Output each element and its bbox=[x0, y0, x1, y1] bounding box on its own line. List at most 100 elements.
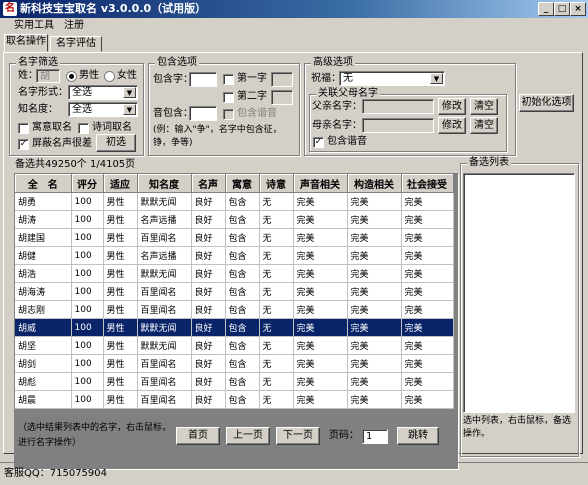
poem-checkbox[interactable] bbox=[78, 123, 89, 134]
table-row[interactable]: 胡涛 100 男性 名声远播 良好 包含无完美 完美 完美 bbox=[15, 210, 454, 229]
chevron-down-icon: ▼ bbox=[430, 73, 443, 84]
female-radio[interactable] bbox=[104, 71, 115, 82]
parents-group: 关联父母名字 父亲名字： 修改 清空 母亲名字： 修改 清空 ✓ 包含谐音 bbox=[309, 88, 507, 152]
cell-meaning: 包含 bbox=[225, 228, 260, 247]
cell-meaning: 包含 bbox=[225, 390, 260, 409]
first-char-checkbox[interactable] bbox=[223, 74, 234, 85]
fortune-select[interactable]: 无 ▼ bbox=[339, 71, 445, 86]
cell-meaning: 包含 bbox=[225, 210, 260, 229]
cell-fullname: 胡彪 bbox=[15, 372, 72, 391]
col-gender[interactable]: 适应 bbox=[103, 174, 138, 193]
col-poetic[interactable]: 诗意 bbox=[259, 174, 294, 193]
cell-meaning: 包含 bbox=[225, 192, 260, 211]
name-filter-title: 名字筛选 bbox=[16, 57, 60, 69]
cell-meaning: 包含 bbox=[225, 282, 260, 301]
meaning-checkbox[interactable] bbox=[18, 123, 29, 134]
fame-select[interactable]: 全选 ▼ bbox=[68, 102, 138, 117]
cell-poetic: 无 bbox=[259, 390, 294, 409]
tab-naming-label: 取名操作 bbox=[6, 36, 46, 47]
col-structure[interactable]: 构造相关 bbox=[347, 174, 402, 193]
block-bad-label: 屏蔽名声很差 bbox=[32, 138, 92, 149]
init-options-button[interactable]: 初始化选项 bbox=[519, 94, 574, 112]
cell-structure: 完美 bbox=[347, 246, 402, 265]
col-meaning[interactable]: 寓意 bbox=[225, 174, 260, 193]
advanced-group: 高级选项 祝福： 无 ▼ 关联父母名字 父亲名字： 修改 清空 母亲名字： 修改 … bbox=[304, 57, 516, 156]
cell-score: 100 bbox=[71, 390, 104, 409]
tab-evaluate[interactable]: 名字评估 bbox=[50, 36, 102, 52]
cell-structure: 完美 bbox=[347, 300, 402, 319]
col-fullname[interactable]: 全 名 bbox=[15, 174, 72, 193]
cell-sound: 完美 bbox=[293, 372, 348, 391]
block-bad-checkbox[interactable]: ✓ bbox=[18, 139, 29, 150]
cell-social: 完美 bbox=[401, 354, 454, 373]
pinyin-label: 音包含： bbox=[153, 108, 193, 119]
cell-fullname: 胡坚 bbox=[15, 336, 72, 355]
maximize-button[interactable]: □ bbox=[554, 2, 570, 16]
cell-gender: 男性 bbox=[103, 354, 138, 373]
cell-structure: 完美 bbox=[347, 390, 402, 409]
table-row[interactable]: 胡彪 100 男性 百里闻名 良好 包含无完美 完美 完美 bbox=[15, 372, 454, 391]
goto-page-button[interactable]: 跳转 bbox=[397, 427, 439, 445]
table-row[interactable]: 胡健 100 男性 名声远播 良好 包含无完美 完美 完美 bbox=[15, 246, 454, 265]
cell-fullname: 胡剑 bbox=[15, 354, 72, 373]
first-char-input[interactable] bbox=[271, 72, 293, 87]
minimize-button[interactable]: _ bbox=[538, 2, 554, 16]
col-social[interactable]: 社会接受 bbox=[401, 174, 454, 193]
father-label: 父亲名字： bbox=[312, 101, 362, 112]
pinyin-input[interactable] bbox=[189, 106, 217, 121]
name-filter-group: 名字筛选 姓： 胡 男性 女性 名字形式： 全选 ▼ 知名度： 全选 ▼ 寓意取名 … bbox=[9, 57, 144, 156]
cell-sound: 完美 bbox=[293, 318, 348, 337]
shortlist-hint: 选中列表，右击鼠标，备选操作。 bbox=[463, 416, 572, 439]
menu-register[interactable]: 注册 bbox=[64, 19, 84, 33]
candidates-hint: （选中结果列表中的名字，右击鼠标，进行名字操作） bbox=[18, 423, 172, 448]
shortlist-listbox[interactable] bbox=[463, 173, 575, 413]
table-row[interactable]: 胡威 100 男性 默默无闻 良好 包含无完美 完美 完美 bbox=[15, 318, 454, 337]
table-row[interactable]: 胡志刚 100 男性 百里闻名 良好 包含无完美 完美 完美 bbox=[15, 300, 454, 319]
cell-poetic: 无 bbox=[259, 282, 294, 301]
mother-clear-button[interactable]: 清空 bbox=[470, 117, 498, 134]
form-select[interactable]: 全选 ▼ bbox=[68, 85, 138, 100]
initial-select-button[interactable]: 初选 bbox=[96, 134, 136, 152]
table-row[interactable]: 胡晨 100 男性 百里闻名 良好 包含无完美 完美 完美 bbox=[15, 390, 454, 409]
page-label: 页码： bbox=[329, 430, 359, 441]
surname-input[interactable]: 胡 bbox=[36, 69, 60, 83]
cell-gender: 男性 bbox=[103, 390, 138, 409]
father-clear-button[interactable]: 清空 bbox=[470, 98, 498, 115]
menu-tools[interactable]: 实用工具 bbox=[14, 19, 54, 33]
second-char-label: 第二字 bbox=[237, 91, 267, 102]
col-sound[interactable]: 声音相关 bbox=[293, 174, 348, 193]
table-row[interactable]: 胡剑 100 男性 百里闻名 良好 包含无完美 完美 完美 bbox=[15, 354, 454, 373]
parents-homophone-checkbox[interactable]: ✓ bbox=[313, 137, 324, 148]
close-button[interactable]: × bbox=[570, 2, 586, 16]
table-row[interactable]: 胡坚 100 男性 默默无闻 良好 包含无完美 完美 完美 bbox=[15, 336, 454, 355]
prev-page-button[interactable]: 上一页 bbox=[226, 427, 270, 445]
second-char-checkbox[interactable] bbox=[223, 92, 234, 103]
include-homophone-checkbox[interactable] bbox=[223, 109, 234, 120]
cell-poetic: 无 bbox=[259, 372, 294, 391]
cell-social: 完美 bbox=[401, 264, 454, 283]
male-radio[interactable] bbox=[66, 71, 77, 82]
table-row[interactable]: 胡海涛 100 男性 百里闻名 良好 包含无完美 完美 完美 bbox=[15, 282, 454, 301]
cell-fullname: 胡建国 bbox=[15, 228, 72, 247]
mother-input[interactable] bbox=[362, 118, 434, 133]
first-page-button[interactable]: 首页 bbox=[176, 427, 220, 445]
table-row[interactable]: 胡浩 100 男性 默默无闻 良好 包含无完美 完美 完美 bbox=[15, 264, 454, 283]
col-score[interactable]: 评分 bbox=[71, 174, 104, 193]
candidate-table-body: 胡勇 100 男性 默默无闻 良好 包含无完美 完美 完美 胡涛 100 男性 名声远播 良好 包含无完美… bbox=[15, 192, 454, 409]
table-row[interactable]: 胡勇 100 男性 默默无闻 良好 包含无完美 完美 完美 bbox=[15, 192, 454, 211]
next-page-button[interactable]: 下一页 bbox=[276, 427, 320, 445]
page-input[interactable]: 1 bbox=[362, 429, 388, 444]
table-row[interactable]: 胡建国 100 男性 百里闻名 良好 包含无完美 完美 完美 bbox=[15, 228, 454, 247]
cell-fame: 百里闻名 bbox=[137, 300, 192, 319]
contain-input[interactable] bbox=[189, 72, 217, 87]
col-reputation[interactable]: 名声 bbox=[191, 174, 226, 193]
father-input[interactable] bbox=[362, 99, 434, 114]
include-title: 包含选项 bbox=[155, 57, 199, 69]
status-bar: 客服QQ：715075904 bbox=[0, 462, 588, 485]
tab-naming[interactable]: 取名操作 bbox=[4, 34, 48, 52]
father-modify-button[interactable]: 修改 bbox=[438, 98, 466, 115]
cell-sound: 完美 bbox=[293, 228, 348, 247]
col-fame[interactable]: 知名度 bbox=[137, 174, 192, 193]
mother-modify-button[interactable]: 修改 bbox=[438, 117, 466, 134]
second-char-input[interactable] bbox=[271, 90, 293, 105]
